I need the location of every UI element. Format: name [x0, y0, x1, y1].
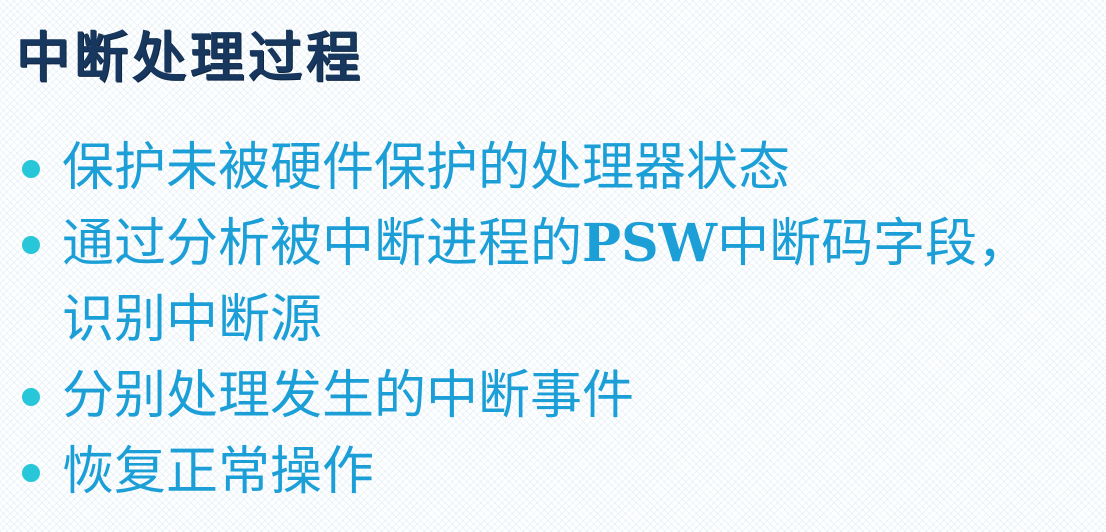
bullet-dot-icon [22, 236, 40, 254]
bullet-text-2: 通过分析被中断进程的PSW中断码字段，识别中断源 [62, 206, 1042, 358]
bullet-text-2-part1: 通过分析被中断进程的 [62, 214, 583, 274]
bullet-dot-icon [22, 160, 40, 178]
bullet-item-4: 恢复正常操作 [22, 434, 1092, 510]
bullet-dot-icon [22, 464, 40, 482]
slide-title: 中断处理过程 [16, 26, 364, 89]
bullet-text-3: 分别处理发生的中断事件 [62, 366, 635, 426]
bullet-text-2-psw: PSW [582, 213, 718, 274]
bullet-item-2: 通过分析被中断进程的PSW中断码字段，识别中断源 [22, 206, 1092, 358]
slide: 中断处理过程 保护未被硬件保护的处理器状态 通过分析被中断进程的PSW中断码字段… [0, 0, 1106, 532]
bullet-list: 保护未被硬件保护的处理器状态 通过分析被中断进程的PSW中断码字段，识别中断源 … [22, 130, 1092, 510]
bullet-item-1: 保护未被硬件保护的处理器状态 [22, 130, 1092, 206]
bullet-item-3: 分别处理发生的中断事件 [22, 358, 1092, 434]
bullet-dot-icon [22, 388, 40, 406]
bullet-text-4: 恢复正常操作 [62, 442, 375, 502]
bullet-text-1: 保护未被硬件保护的处理器状态 [62, 138, 791, 198]
